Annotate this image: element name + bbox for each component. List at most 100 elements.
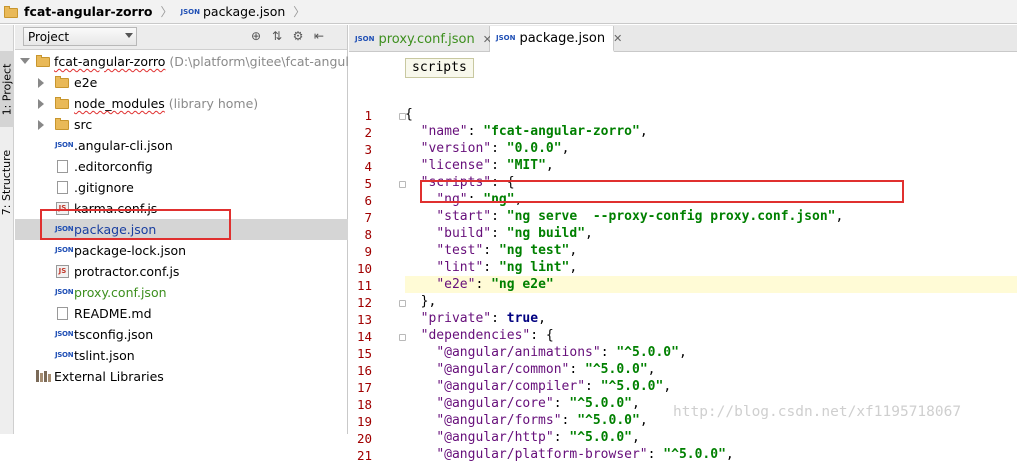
line-number: 17 — [356, 380, 372, 395]
line-number: 10 — [356, 261, 372, 276]
project-panel-header: Project ⊕ ⇅ ⚙ ⇤ — [15, 25, 347, 50]
annotation-box — [420, 180, 904, 203]
tree-file-label: tslint.json — [74, 348, 135, 363]
json-file-icon: JSON — [355, 35, 375, 43]
tool-tab-structure[interactable]: 7: Structure — [0, 143, 14, 221]
json-file-icon: JSON — [55, 288, 74, 296]
tool-window-strip: 1: Project 7: Structure — [0, 25, 14, 434]
tab-proxy-conf[interactable]: JSON proxy.conf.json ✕ — [349, 26, 492, 52]
editor-tabs: JSON proxy.conf.json ✕ JSON package.json… — [349, 25, 1017, 52]
tree-folder-node-modules[interactable]: node_modules (library home) — [15, 93, 348, 114]
watermark: http://blog.csdn.net/xf1195718067 — [673, 404, 962, 420]
tree-file[interactable]: JSON .angular-cli.json — [15, 135, 348, 156]
line-number: 16 — [356, 363, 372, 378]
code-line: "version": "0.0.0", — [420, 141, 570, 156]
tree-file[interactable]: JSON tsconfig.json — [15, 324, 348, 345]
tree-root-label: fcat-angular-zorro (D:\platform\gitee\fc… — [54, 54, 366, 69]
tree-file[interactable]: JSON tslint.json — [15, 345, 348, 366]
tree-file[interactable]: .editorconfig — [15, 156, 348, 177]
tree-file-label: tsconfig.json — [74, 327, 154, 342]
project-panel: Project ⊕ ⇅ ⚙ ⇤ fcat-angular-zorro (D:\p… — [15, 25, 365, 434]
line-number: 13 — [356, 312, 372, 327]
tree-file-label: .editorconfig — [74, 159, 153, 174]
json-file-icon: JSON — [55, 351, 74, 359]
code-line: { — [405, 107, 413, 122]
breadcrumb-root[interactable]: fcat-angular-zorro — [0, 0, 156, 24]
code-line: "test": "ng test", — [436, 243, 578, 258]
tab-package-json[interactable]: JSON package.json ✕ — [490, 26, 622, 52]
code-editor[interactable]: { "name": "fcat-angular-zorro", "version… — [405, 52, 1017, 462]
tree-file-label: proxy.conf.json — [74, 285, 167, 300]
line-number: 1 — [364, 108, 372, 123]
tool-tab-structure-label: 7: Structure — [0, 149, 14, 215]
tree-folder-src[interactable]: src — [15, 114, 348, 135]
line-number: 11 — [356, 278, 372, 293]
code-line: "dependencies": { — [420, 328, 554, 343]
tree-file[interactable]: .gitignore — [15, 177, 348, 198]
tree-external-libraries[interactable]: External Libraries — [15, 366, 348, 387]
json-file-icon: JSON — [55, 246, 74, 254]
tree-file[interactable]: JS protractor.conf.js — [15, 261, 348, 282]
tree-folder-label: node_modules (library home) — [74, 96, 259, 111]
tree-file-label: .angular-cli.json — [74, 138, 173, 153]
text-file-icon — [57, 181, 68, 194]
tree-root[interactable]: fcat-angular-zorro (D:\platform\gitee\fc… — [15, 51, 365, 72]
folder-icon — [4, 5, 20, 18]
tree-file[interactable]: JSON proxy.conf.json — [15, 282, 348, 303]
hide-icon[interactable]: ⇤ — [312, 29, 326, 43]
chevron-right-icon[interactable] — [38, 78, 44, 88]
chevron-down-icon[interactable] — [20, 58, 30, 64]
tree-file-label: .gitignore — [74, 180, 134, 195]
tree-file[interactable]: README.md — [15, 303, 348, 324]
tree-folder-label: src — [74, 117, 93, 132]
line-number: 19 — [356, 414, 372, 429]
code-line: "name": "fcat-angular-zorro", — [420, 124, 648, 139]
tree-folder-label: e2e — [74, 75, 98, 90]
close-icon[interactable]: ✕ — [613, 32, 622, 45]
tree-file-label: README.md — [74, 306, 152, 321]
project-view-select[interactable]: Project — [23, 27, 137, 46]
folder-icon — [55, 97, 69, 109]
tree-file-label: package-lock.json — [74, 243, 187, 258]
folder-icon — [36, 55, 50, 67]
chevron-down-icon — [125, 33, 133, 38]
line-number: 6 — [364, 193, 372, 208]
annotation-box — [40, 209, 231, 240]
code-line: "build": "ng build", — [436, 226, 593, 241]
line-number: 14 — [356, 329, 372, 344]
settings-icon[interactable]: ⚙ — [291, 29, 305, 43]
breadcrumb-root-label: fcat-angular-zorro — [24, 4, 153, 19]
chevron-right-icon[interactable] — [38, 99, 44, 109]
code-line: "license": "MIT", — [420, 158, 554, 173]
line-number: 9 — [364, 244, 372, 259]
tree-folder-e2e[interactable]: e2e — [15, 72, 348, 93]
chevron-right-icon: 〉 — [160, 5, 173, 19]
code-line: "@angular/animations": "^5.0.0", — [436, 345, 687, 360]
target-icon[interactable]: ⊕ — [249, 29, 263, 43]
code-line: "@angular/core": "^5.0.0", — [436, 396, 640, 411]
code-line: "e2e": "ng e2e" — [405, 276, 1017, 293]
line-number: 4 — [364, 159, 372, 174]
chevron-right-icon: 〉 — [293, 5, 306, 19]
code-line: "@angular/platform-browser": "^5.0.0", — [436, 447, 734, 462]
line-number: 15 — [356, 346, 372, 361]
line-number: 12 — [356, 295, 372, 310]
collapse-icon[interactable]: ⇅ — [270, 29, 284, 43]
line-number: 20 — [356, 431, 372, 446]
editor-area: JSON proxy.conf.json ✕ JSON package.json… — [349, 25, 1017, 463]
line-number: 3 — [364, 142, 372, 157]
json-file-icon: JSON — [496, 34, 516, 42]
breadcrumb-file[interactable]: JSON package.json — [177, 0, 290, 24]
code-line: "private": true, — [420, 311, 546, 326]
json-file-icon: JSON — [180, 7, 200, 16]
tree-file[interactable]: JSON package-lock.json — [15, 240, 348, 261]
chevron-right-icon[interactable] — [38, 120, 44, 130]
tool-tab-project[interactable]: 1: Project — [0, 51, 14, 127]
line-number: 21 — [356, 448, 372, 463]
library-icon — [36, 370, 51, 382]
line-number: 7 — [364, 210, 372, 225]
markdown-file-icon — [57, 307, 68, 320]
tab-label: proxy.conf.json — [378, 31, 475, 47]
navigation-bar: fcat-angular-zorro 〉 JSON package.json 〉 — [0, 0, 1017, 24]
code-line: "@angular/common": "^5.0.0", — [436, 362, 656, 377]
